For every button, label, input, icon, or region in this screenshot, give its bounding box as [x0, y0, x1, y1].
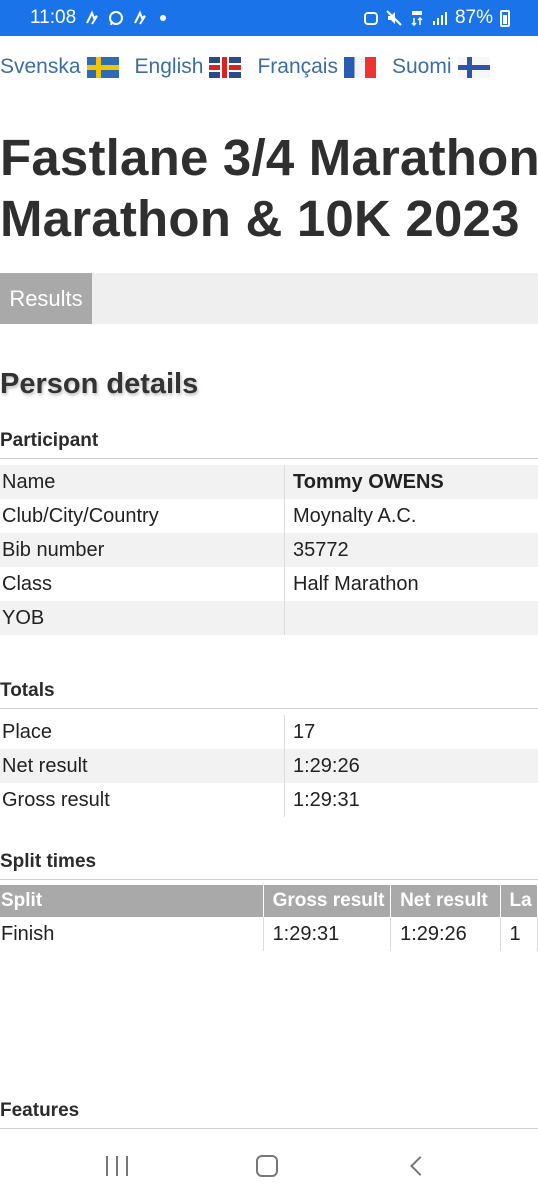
- france-flag-icon: [343, 56, 376, 78]
- table-header-row: Split Gross result Net result La: [0, 885, 538, 917]
- split-times-table: Split Gross result Net result La Finish …: [0, 885, 538, 951]
- row-label: Name: [0, 465, 285, 499]
- language-label: Suomi: [391, 55, 452, 78]
- table-row: Club/City/Country Moynalty A.C.: [0, 499, 538, 533]
- table-row: Finish 1:29:31 1:29:26 1: [0, 917, 538, 951]
- row-value: Half Marathon: [284, 567, 538, 601]
- table-row: Place 17: [0, 715, 538, 749]
- participant-name: Tommy OWENS: [284, 465, 538, 499]
- totals-heading: Totals: [0, 680, 55, 701]
- page-title-line: Marathon & 10K 2023: [0, 190, 520, 247]
- page-title: Fastlane 3/4 Marathon, Marathon & 10K 20…: [0, 127, 538, 249]
- page-title-line: Fastlane 3/4 Marathon,: [0, 129, 538, 186]
- row-value: 1:29:26: [284, 749, 538, 783]
- table-row: Gross result 1:29:31: [0, 783, 538, 817]
- battery-icon: [500, 9, 510, 27]
- row-value: Moynalty A.C.: [284, 499, 538, 533]
- language-link-francais[interactable]: Français: [257, 55, 376, 79]
- language-link-svenska[interactable]: Svenska: [0, 55, 119, 79]
- row-value: 17: [284, 715, 538, 749]
- split-gross-result: 1:29:31: [263, 917, 392, 951]
- 4g-data-icon: [411, 11, 423, 26]
- finland-flag-icon: [457, 56, 490, 78]
- language-label: English: [134, 55, 204, 78]
- tab-results[interactable]: Results: [0, 273, 92, 324]
- column-header: Split: [0, 885, 264, 917]
- divider: [0, 458, 538, 459]
- column-header: La: [500, 885, 538, 917]
- split-extra: 1: [500, 917, 538, 951]
- signal-icon: [432, 12, 447, 25]
- clock: 11:08: [30, 7, 77, 28]
- split-name: Finish: [0, 917, 264, 951]
- column-header: Net result: [390, 885, 501, 917]
- participant-table: Name Tommy OWENS Club/City/Country Moyna…: [0, 465, 538, 635]
- row-label: Club/City/Country: [0, 499, 285, 533]
- language-label: Français: [257, 55, 338, 78]
- uk-flag-icon: [209, 56, 242, 78]
- row-label: Class: [0, 567, 285, 601]
- column-header: Gross result: [263, 885, 392, 917]
- notification-app-icon: [134, 10, 146, 25]
- table-row: Net result 1:29:26: [0, 749, 538, 783]
- more-notifications-icon: [160, 15, 167, 21]
- split-times-heading: Split times: [0, 851, 97, 872]
- row-label: Gross result: [0, 783, 285, 817]
- row-label: YOB: [0, 601, 285, 635]
- language-label: Svenska: [0, 55, 81, 78]
- section-title: Person details: [0, 368, 199, 400]
- divider: [0, 708, 538, 709]
- alarm-icon: [363, 12, 378, 25]
- row-label: Net result: [0, 749, 285, 783]
- status-bar: 11:08 87%: [0, 0, 538, 36]
- row-value: [284, 601, 538, 635]
- sweden-flag-icon: [86, 56, 119, 78]
- row-value: 35772: [284, 533, 538, 567]
- battery-percent: 87%: [454, 7, 493, 28]
- features-heading: Features: [0, 1100, 80, 1121]
- row-value: 1:29:31: [284, 783, 538, 817]
- table-row: Class Half Marathon: [0, 567, 538, 601]
- notification-app-icon: [86, 10, 98, 25]
- back-button[interactable]: [410, 1156, 430, 1176]
- split-net-result: 1:29:26: [390, 917, 501, 951]
- table-row: Bib number 35772: [0, 533, 538, 567]
- row-label: Place: [0, 715, 285, 749]
- mute-icon: [386, 10, 402, 26]
- table-row: YOB: [0, 601, 538, 635]
- recent-apps-button[interactable]: [106, 1156, 128, 1176]
- language-link-suomi[interactable]: Suomi: [392, 55, 490, 79]
- tab-bar: Results: [0, 273, 538, 324]
- divider: [0, 1128, 538, 1129]
- row-label: Bib number: [0, 533, 285, 567]
- divider: [0, 879, 538, 880]
- whatsapp-icon: [109, 11, 124, 26]
- language-selector: Svenska English Français Suomi: [0, 55, 506, 79]
- totals-table: Place 17 Net result 1:29:26 Gross result…: [0, 715, 538, 817]
- language-link-english[interactable]: English: [135, 55, 242, 79]
- participant-heading: Participant: [0, 430, 99, 451]
- home-button[interactable]: [256, 1155, 278, 1177]
- navigation-bar: [0, 1132, 538, 1200]
- table-row: Name Tommy OWENS: [0, 465, 538, 499]
